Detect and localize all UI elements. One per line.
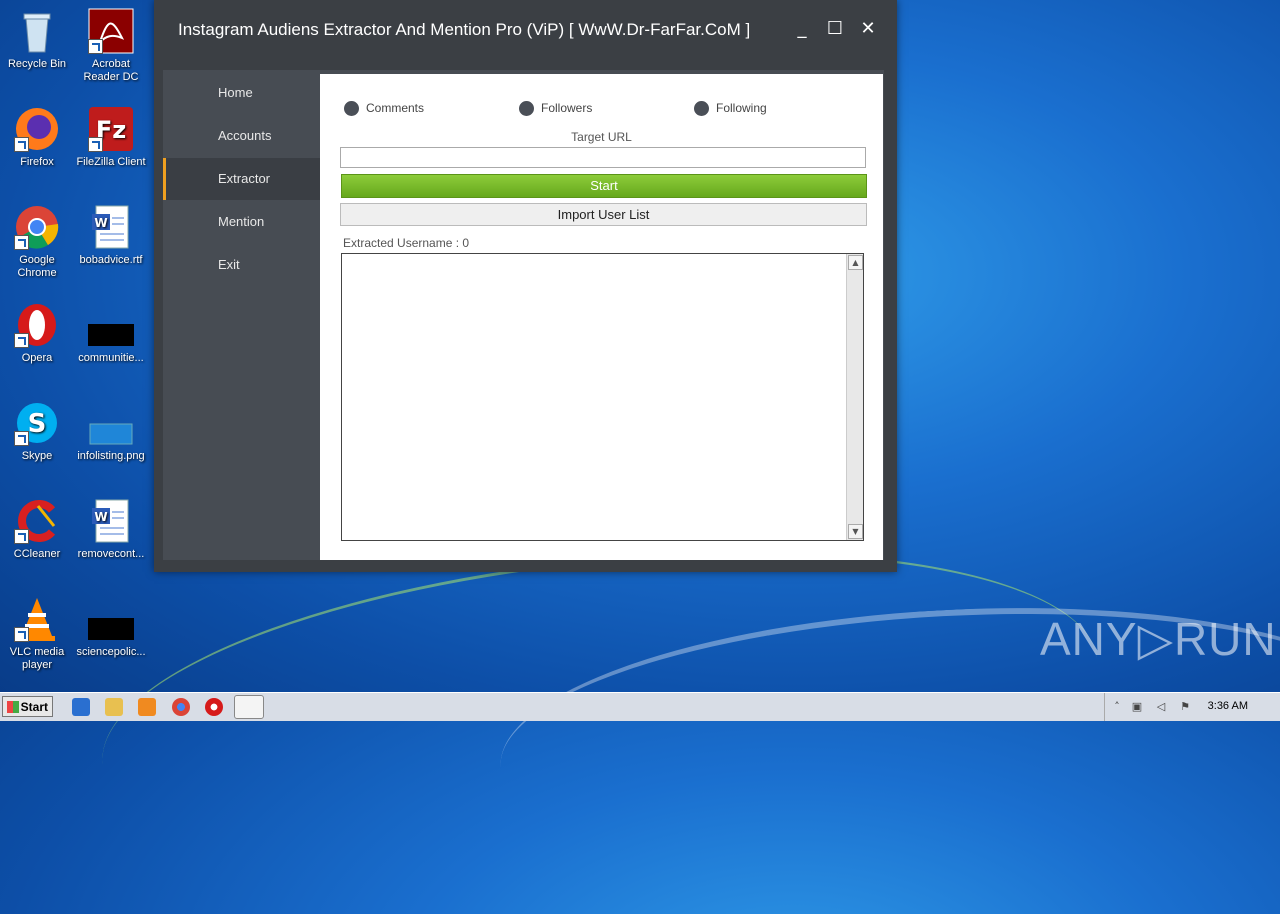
vlc-icon [14, 596, 60, 642]
ie-icon[interactable] [72, 698, 90, 716]
chrome-icon [14, 204, 60, 250]
start-button[interactable]: Start [2, 696, 53, 717]
svg-text:W: W [94, 216, 107, 230]
watermark: ANY▷RUN [1040, 613, 1277, 665]
extracted-username-count: Extracted Username : 0 [343, 236, 470, 250]
nav-item-label: Extractor [218, 171, 271, 186]
opera-icon[interactable] [205, 698, 223, 716]
black-file-icon [88, 302, 134, 348]
flag-icon[interactable]: ⚑ [1179, 701, 1191, 713]
radio-label: Comments [366, 101, 425, 115]
nav-item-label: Mention [218, 214, 265, 229]
desktop-icon-bobadvice[interactable]: W bobadvice.rtf [74, 204, 148, 267]
target-url-input[interactable] [340, 147, 866, 168]
nav-item-mention[interactable]: Mention [163, 201, 318, 243]
desktop-icon-skype[interactable]: S Skype [0, 400, 74, 463]
radio-button-icon [344, 101, 359, 116]
taskbar: Start ˄ ▣ ◁ ⚑ 3:36 AM [0, 692, 1280, 721]
desktop-icon-communities[interactable]: communitie... [74, 302, 148, 365]
network-icon[interactable]: ▣ [1131, 701, 1143, 713]
clock[interactable]: 3:36 AM [1208, 700, 1248, 712]
desktop-icon-opera[interactable]: Opera [0, 302, 74, 365]
desktop-icon-chrome[interactable]: Google Chrome [0, 204, 74, 280]
vertical-scrollbar[interactable]: ▲ ▼ [846, 254, 863, 540]
scroll-down-icon[interactable]: ▼ [848, 524, 863, 539]
maximize-button[interactable]: ☐ [824, 18, 846, 40]
nav-item-accounts[interactable]: Accounts [163, 115, 318, 157]
word-document-icon: W [88, 204, 134, 250]
firefox-icon [14, 106, 60, 152]
black-file-icon [88, 596, 134, 642]
skype-icon: S [14, 400, 60, 446]
radio-button-icon [694, 101, 709, 116]
app-window: Instagram Audiens Extractor And Mention … [154, 0, 897, 572]
nav-item-exit[interactable]: Exit [163, 244, 318, 286]
svg-text:S: S [28, 409, 47, 439]
chevron-up-icon[interactable]: ˄ [1111, 701, 1123, 713]
nav-item-home[interactable]: Home [163, 72, 318, 114]
desktop-icon-ccleaner[interactable]: CCleaner [0, 498, 74, 561]
import-user-list-button[interactable]: Import User List [340, 203, 867, 226]
minimize-button[interactable]: _ [791, 18, 813, 40]
explorer-icon[interactable] [105, 698, 123, 716]
svg-text:W: W [94, 510, 107, 524]
ccleaner-icon [14, 498, 60, 544]
nav-item-label: Exit [218, 257, 240, 272]
radio-label: Followers [541, 101, 593, 115]
active-app-taskbar-button[interactable] [234, 695, 264, 719]
nav-item-label: Accounts [218, 128, 272, 143]
radio-label: Following [716, 101, 767, 115]
word-document-icon: W [88, 498, 134, 544]
start-button[interactable]: Start [341, 174, 867, 198]
desktop-icon-firefox[interactable]: Firefox [0, 106, 74, 169]
opera-icon [14, 302, 60, 348]
desktop-icon-vlc[interactable]: VLC media player [0, 596, 74, 672]
filezilla-icon: Fz [88, 106, 134, 152]
recycle-bin-icon [14, 8, 60, 54]
desktop-icon-filezilla[interactable]: Fz FileZilla Client [74, 106, 148, 169]
desktop-icon-sciencepolicy[interactable]: sciencepolic... [74, 596, 148, 659]
close-button[interactable]: ✕ [857, 18, 879, 40]
system-tray: ˄ ▣ ◁ ⚑ 3:36 AM [1104, 693, 1280, 721]
extracted-usernames-textarea[interactable]: ▲ ▼ [341, 253, 864, 541]
image-file-icon [88, 400, 134, 446]
radio-button-icon [519, 101, 534, 116]
media-player-icon[interactable] [138, 698, 156, 716]
desktop-icon-infolisting[interactable]: infolisting.png [74, 400, 148, 463]
scroll-up-icon[interactable]: ▲ [848, 255, 863, 270]
extractor-panel: Comments Followers Following Target URL … [320, 74, 883, 560]
desktop-icon-recycle-bin[interactable]: Recycle Bin [0, 8, 74, 71]
window-body: Home Accounts Extractor Mention Exit Com… [163, 70, 884, 560]
nav-item-label: Home [218, 85, 253, 100]
chrome-icon[interactable] [172, 698, 190, 716]
window-title: Instagram Audiens Extractor And Mention … [178, 20, 751, 39]
acrobat-icon [88, 8, 134, 54]
desktop-icon-removecont[interactable]: W removecont... [74, 498, 148, 561]
nav-item-extractor[interactable]: Extractor [163, 158, 321, 200]
target-url-label: Target URL [571, 130, 632, 144]
volume-icon[interactable]: ◁ [1155, 701, 1167, 713]
desktop-icon-acrobat[interactable]: Acrobat Reader DC [74, 8, 148, 84]
